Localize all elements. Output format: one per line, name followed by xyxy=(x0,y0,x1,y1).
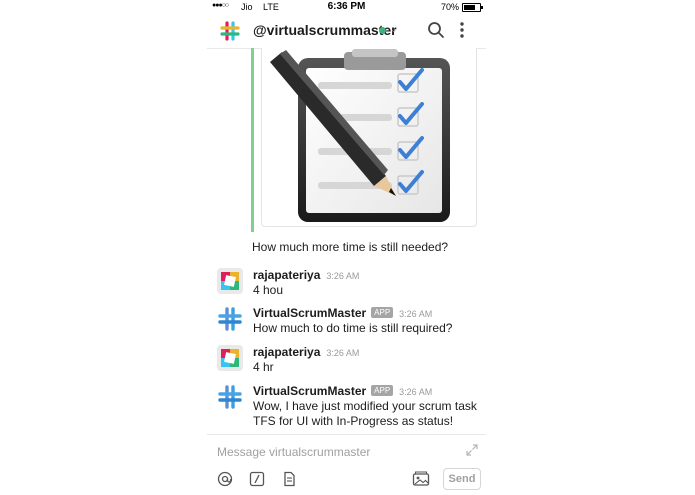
app-badge: APP xyxy=(371,307,394,318)
message-timestamp: 3:26 AM xyxy=(326,271,360,281)
bot-avatar[interactable] xyxy=(217,384,243,410)
message-text: How much to do time is still required? xyxy=(253,321,453,335)
expand-icon[interactable] xyxy=(465,443,479,457)
channel-title[interactable]: @virtualscrummaster xyxy=(253,22,397,38)
more-options-icon[interactable] xyxy=(457,21,467,39)
message-timestamp: 3:26 AM xyxy=(399,309,433,319)
message-timestamp: 3:26 AM xyxy=(326,348,360,358)
message-text: 4 hou xyxy=(253,283,284,297)
message-author[interactable]: rajapateriya xyxy=(253,345,320,359)
image-attachment[interactable] xyxy=(251,48,477,232)
message-composer: Message virtualscrummaster Send xyxy=(207,434,486,495)
message-author[interactable]: rajapateriya xyxy=(253,268,320,282)
message-author[interactable]: VirtualScrumMaster xyxy=(253,384,366,398)
message-text: 4 hr xyxy=(253,360,274,374)
message-text: Wow, I have just modified your scrum tas… xyxy=(253,399,477,428)
app-screen: ●●●○○ Jio LTE 6:36 PM 70% @virtualscrumm… xyxy=(207,0,486,494)
user-avatar[interactable] xyxy=(217,268,243,294)
send-button[interactable]: Send xyxy=(443,468,481,490)
message-input[interactable]: Message virtualscrummaster xyxy=(217,445,370,459)
search-icon[interactable] xyxy=(427,21,445,39)
message-timestamp: 3:26 AM xyxy=(399,387,433,397)
bot-avatar[interactable] xyxy=(217,306,243,332)
battery-icon xyxy=(462,3,483,12)
image-icon[interactable] xyxy=(412,471,430,487)
message-author[interactable]: VirtualScrumMaster xyxy=(253,306,366,320)
checklist-clipboard-image xyxy=(270,49,450,222)
attachment-card[interactable] xyxy=(261,48,477,227)
at-icon[interactable] xyxy=(217,471,233,487)
chevron-down-icon[interactable]: ⌄ xyxy=(390,24,398,35)
channel-header: @virtualscrummaster ⌄ xyxy=(207,14,486,49)
battery-percent: 70% xyxy=(440,2,459,12)
slash-icon[interactable] xyxy=(249,471,265,487)
attachment-accent-bar xyxy=(251,48,254,232)
app-badge: APP xyxy=(371,385,394,396)
user-avatar[interactable] xyxy=(217,345,243,371)
status-bar: ●●●○○ Jio LTE 6:36 PM 70% xyxy=(207,0,486,14)
slack-logo-icon[interactable] xyxy=(219,20,241,42)
presence-dot xyxy=(379,27,386,34)
file-icon[interactable] xyxy=(281,471,297,487)
attachment-caption: How much more time is still needed? xyxy=(252,240,449,254)
